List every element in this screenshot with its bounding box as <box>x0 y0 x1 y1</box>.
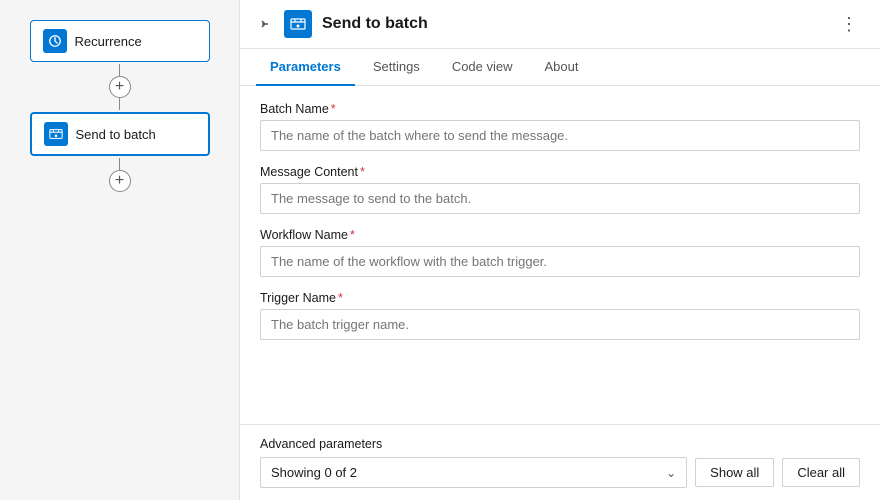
panel-footer: Advanced parameters Showing 0 of 2 ⌄ Sho… <box>240 424 880 500</box>
message-content-group: Message Content* <box>260 165 860 214</box>
trigger-name-input[interactable] <box>260 309 860 340</box>
workflow-name-required: * <box>350 228 355 242</box>
connector-2: + <box>109 158 131 192</box>
trigger-name-required: * <box>338 291 343 305</box>
connector-line-2 <box>119 98 120 110</box>
workflow-name-label: Workflow Name* <box>260 228 860 242</box>
add-step-button-2[interactable]: + <box>109 170 131 192</box>
trigger-name-group: Trigger Name* <box>260 291 860 340</box>
more-options-button[interactable]: ⋮ <box>834 12 864 37</box>
send-to-batch-label: Send to batch <box>76 127 156 142</box>
workflow-name-input[interactable] <box>260 246 860 277</box>
message-content-required: * <box>360 165 365 179</box>
batch-name-input[interactable] <box>260 120 860 151</box>
collapse-button[interactable] <box>256 15 274 33</box>
send-to-batch-icon <box>44 122 68 146</box>
show-all-button[interactable]: Show all <box>695 458 774 487</box>
left-panel: Recurrence + Send to batch + <box>0 0 240 500</box>
connector-line-3 <box>119 158 120 170</box>
advanced-row: Showing 0 of 2 ⌄ Show all Clear all <box>260 457 860 488</box>
panel-header-icon <box>284 10 312 38</box>
showing-select[interactable]: Showing 0 of 2 ⌄ <box>260 457 687 488</box>
connector-1: + <box>109 64 131 110</box>
panel-header: Send to batch ⋮ <box>240 0 880 49</box>
send-to-batch-node[interactable]: Send to batch <box>30 112 210 156</box>
tab-parameters[interactable]: Parameters <box>256 49 355 86</box>
trigger-name-label: Trigger Name* <box>260 291 860 305</box>
message-content-label: Message Content* <box>260 165 860 179</box>
recurrence-label: Recurrence <box>75 34 142 49</box>
message-content-input[interactable] <box>260 183 860 214</box>
batch-name-label: Batch Name* <box>260 102 860 116</box>
tab-code-view[interactable]: Code view <box>438 49 527 86</box>
chevron-down-icon: ⌄ <box>666 466 676 480</box>
form-content: Batch Name* Message Content* Workflow Na… <box>240 86 880 424</box>
panel-title: Send to batch <box>322 15 824 33</box>
add-step-button-1[interactable]: + <box>109 76 131 98</box>
tabs-container: Parameters Settings Code view About <box>240 49 880 86</box>
clear-all-button[interactable]: Clear all <box>782 458 860 487</box>
batch-name-group: Batch Name* <box>260 102 860 151</box>
showing-text: Showing 0 of 2 <box>271 465 357 480</box>
batch-name-required: * <box>331 102 336 116</box>
advanced-parameters-label: Advanced parameters <box>260 437 860 451</box>
workflow-name-group: Workflow Name* <box>260 228 860 277</box>
tab-about[interactable]: About <box>531 49 593 86</box>
right-panel: Send to batch ⋮ Parameters Settings Code… <box>240 0 880 500</box>
tab-settings[interactable]: Settings <box>359 49 434 86</box>
connector-line-1 <box>119 64 120 76</box>
recurrence-icon <box>43 29 67 53</box>
recurrence-node[interactable]: Recurrence <box>30 20 210 62</box>
